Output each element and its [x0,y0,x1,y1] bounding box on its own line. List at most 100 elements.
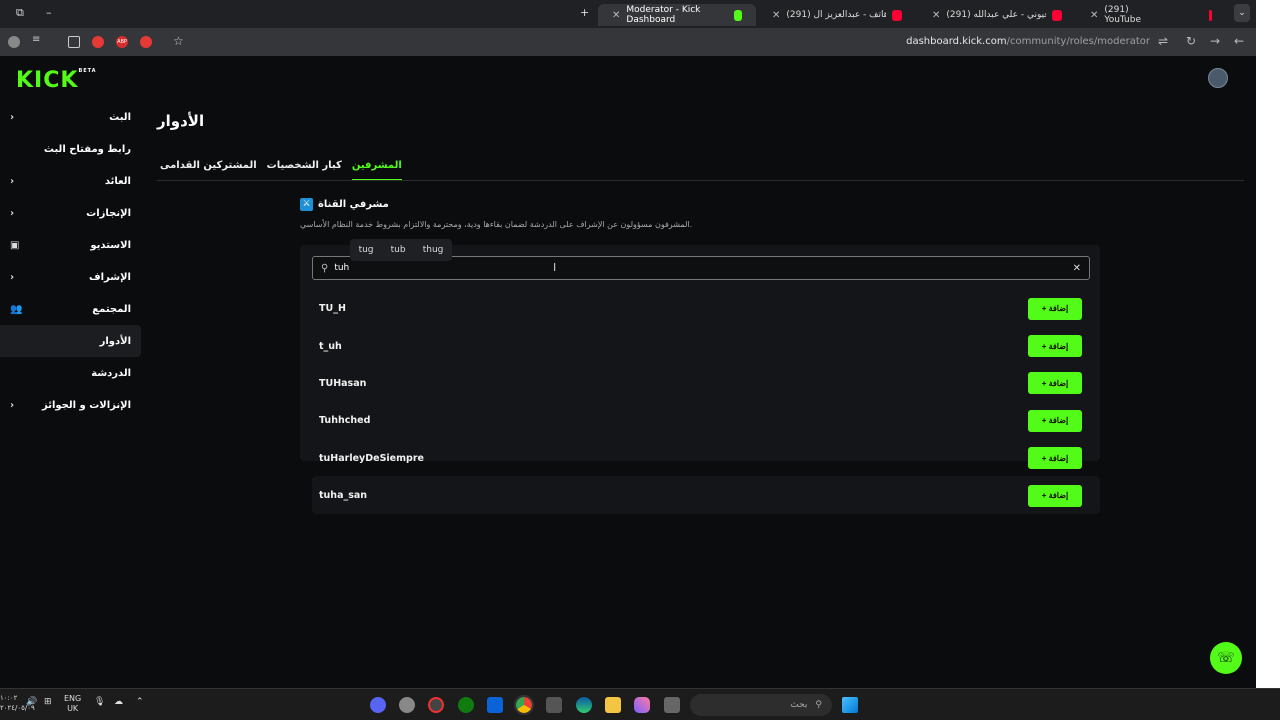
sidebar-item-achievements[interactable]: › الإنجازات [0,197,141,229]
tab-title: (291) لاخط لا هاتف - عبدالعزيز ال [786,10,887,20]
lang-region: UK [67,704,79,713]
add-moderator-button[interactable]: + إضافة [1028,297,1082,320]
chevron-icon: › [10,399,15,411]
add-moderator-button[interactable]: + إضافة [1028,447,1082,470]
sidebar-item-stream[interactable]: › البث [0,101,141,133]
site-settings-icon[interactable]: ⇌ [1158,34,1168,48]
volume-icon[interactable]: 🔊 [26,697,37,707]
extension-red-icon[interactable] [92,36,104,48]
kick-logo[interactable]: KICKBETA [16,68,97,93]
sidebar: › البث رابط ومفتاح البث › العائد › الإنجازا… [0,101,141,421]
bookmark-star-icon[interactable]: ☆ [173,34,185,48]
reload-icon[interactable]: ↻ [1186,34,1196,48]
add-moderator-button[interactable]: + إضافة [1028,409,1082,432]
tab-vips[interactable]: كبار الشخصيات [267,160,342,181]
page-scrollbar[interactable] [1256,0,1280,688]
discord-icon[interactable] [370,697,386,713]
url-path: /community/roles/moderator [1006,36,1150,47]
chevron-icon: › [10,207,15,219]
sidebar-item-drops[interactable]: › الإنزالات و الجوائز [0,389,141,421]
back-icon[interactable]: ← [1234,34,1244,48]
search-input[interactable] [334,263,1073,273]
kick-dashboard-page: KICKBETA › البث رابط ومفتاح البث › العائد … [0,56,1256,688]
section-title-text: مشرفي القناة [318,199,389,210]
roles-tabs: المشرفين كبار الشخصيات المشتركين القدامى [160,160,402,181]
settings-icon[interactable] [399,697,415,713]
sidebar-item-label: رابط ومفتاح البث [43,143,131,155]
sidebar-item-label: المجتمع [92,303,131,315]
sidebar-item-roles[interactable]: الأدوار [0,325,141,357]
add-moderator-button[interactable]: + إضافة [1028,335,1082,358]
search-icon: ⚲ [815,700,822,710]
chevron-icon: › [10,111,15,123]
support-chat-button[interactable]: ☏ [1210,642,1242,674]
taskbar-search[interactable]: بحث ⚲ [690,694,832,716]
tab-search-chevron-icon[interactable]: ⌄ [1234,4,1250,22]
new-tab-button[interactable]: + [580,6,589,19]
username: TUHasan [319,377,367,389]
sidebar-item-stream-key[interactable]: رابط ومفتاح البث [0,133,141,165]
tabs-divider [157,180,1244,181]
sidebar-item-studio[interactable]: ▣ الاستديو [0,229,141,261]
extension-icon[interactable] [140,36,152,48]
username: Tuhhched [319,415,371,427]
microphone-icon[interactable]: 🎙 [94,697,105,707]
app-icon[interactable] [428,697,444,713]
add-moderator-button[interactable]: + إضافة [1028,484,1082,507]
edge-icon[interactable] [576,697,592,713]
tab-youtube-2[interactable]: ✕ (291) عارت عيوني - علي عبدالله [918,4,1076,26]
youtube-favicon-icon [1209,9,1212,21]
tab-groups-icon[interactable]: ≡ [32,34,44,46]
window-restore-icon[interactable]: ⧉ [16,6,24,20]
onedrive-icon[interactable]: ☁ [114,697,123,707]
suggestion-item[interactable]: thug [423,245,444,255]
tab-youtube-1[interactable]: ✕ (291) لاخط لا هاتف - عبدالعزيز ال [758,4,916,26]
beta-badge: BETA [78,68,97,74]
close-tab-icon[interactable]: ✕ [772,10,780,21]
language-indicator[interactable]: ENG UK [64,694,81,714]
adblock-icon[interactable]: ABP [116,36,128,48]
clear-search-icon[interactable]: ✕ [1073,263,1081,274]
sidebar-item-revenue[interactable]: › العائد [0,165,141,197]
section-description: المشرفون مسؤولون عن الإشراف على الدردشة … [300,220,693,229]
xbox-icon[interactable] [458,697,474,713]
username: TU_H [319,303,346,315]
lang-code: ENG [64,694,82,703]
profile-icon[interactable] [8,36,20,48]
sidebar-item-chat[interactable]: الدردشة [0,357,141,389]
tab-moderators[interactable]: المشرفين [351,160,402,181]
forward-icon[interactable]: → [1210,34,1220,48]
close-tab-icon[interactable]: ✕ [612,10,620,21]
sidebar-item-moderation[interactable]: › الإشراف [0,261,141,293]
suggestion-item[interactable]: tug [359,245,374,255]
studio-icon: ▣ [10,239,20,251]
close-tab-icon[interactable]: ✕ [932,10,940,21]
suggestion-item[interactable]: tub [391,245,406,255]
close-tab-icon[interactable]: ✕ [1090,10,1098,21]
sidebar-item-label: العائد [104,175,131,187]
chevron-up-icon[interactable]: ⌃ [136,697,144,707]
extensions-icon[interactable] [68,36,80,48]
tab-kick-dashboard[interactable]: ✕ Moderator - Kick Dashboard [598,4,756,26]
add-moderator-button[interactable]: + إضافة [1028,372,1082,395]
mail-icon[interactable] [487,697,503,713]
user-avatar[interactable] [1208,68,1228,88]
copilot-icon[interactable] [634,697,650,713]
logo-text: KICK [16,68,79,93]
url-field[interactable]: dashboard.kick.com/community/roles/moder… [906,36,1150,47]
network-icon[interactable]: ⊞ [44,697,52,707]
chevron-icon: › [10,175,15,187]
sidebar-item-community[interactable]: 👥 المجتمع [0,293,141,325]
minimize-icon[interactable]: – [46,6,52,19]
text-cursor-icon: I [553,261,557,274]
store-icon[interactable] [546,697,562,713]
sidebar-item-label: الاستديو [90,239,131,251]
app-window-icon[interactable] [664,697,680,713]
start-windows-icon[interactable] [842,697,858,713]
tab-og-subscribers[interactable]: المشتركين القدامى [160,160,257,181]
chrome-icon[interactable] [514,695,534,715]
page-title: الأدوار [157,112,205,130]
file-explorer-icon[interactable] [605,697,621,713]
tab-title: (291) عارت عيوني - علي عبدالله [946,10,1046,20]
tab-youtube-3[interactable]: ✕ (291) YouTube [1076,4,1226,26]
